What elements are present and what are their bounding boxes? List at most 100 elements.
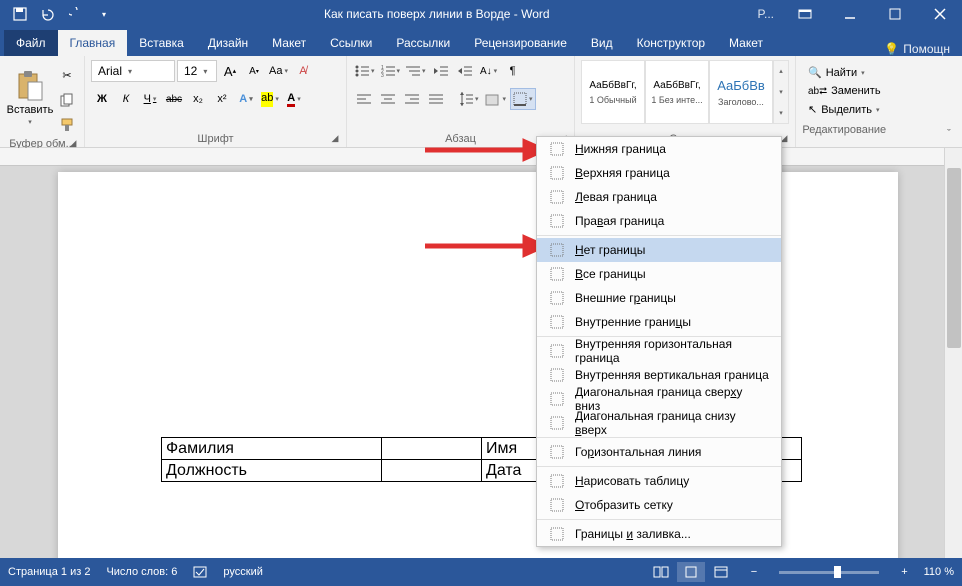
style-normal[interactable]: АаБбВвГг,1 Обычный bbox=[581, 60, 645, 124]
subscript-button[interactable]: x₂ bbox=[187, 88, 209, 110]
border-menu-item[interactable]: Все границы bbox=[537, 262, 781, 286]
border-menu-item[interactable]: Отобразить сетку bbox=[537, 493, 781, 517]
view-read-icon[interactable] bbox=[647, 562, 675, 582]
decrease-indent-icon[interactable] bbox=[430, 60, 452, 82]
border-menu-item[interactable]: Диагональная граница снизу вверх bbox=[537, 411, 781, 435]
border-menu-item[interactable]: Внутренние границы bbox=[537, 310, 781, 334]
copy-icon[interactable] bbox=[56, 89, 78, 111]
style-no-spacing[interactable]: АаБбВвГг,1 Без инте... bbox=[645, 60, 709, 124]
border-menu-item[interactable]: Внутренняя вертикальная граница bbox=[537, 363, 781, 387]
style-heading1[interactable]: АаБбВвЗаголово... bbox=[709, 60, 773, 124]
tab-references[interactable]: Ссылки bbox=[318, 30, 384, 56]
vertical-scrollbar[interactable] bbox=[944, 148, 962, 558]
sort-icon[interactable]: A↓ bbox=[478, 60, 500, 82]
tab-file[interactable]: Файл bbox=[4, 30, 58, 56]
align-center-icon[interactable] bbox=[377, 88, 399, 110]
paste-button[interactable]: Вставить ▾ bbox=[6, 60, 54, 136]
border-menu-item[interactable]: Горизонтальная линия bbox=[537, 440, 781, 464]
tab-insert[interactable]: Вставка bbox=[127, 30, 196, 56]
border-menu-item[interactable]: Нарисовать таблицу bbox=[537, 469, 781, 493]
border-menu-item[interactable]: Границы и заливка... bbox=[537, 522, 781, 546]
align-right-icon[interactable] bbox=[401, 88, 423, 110]
format-painter-icon[interactable] bbox=[56, 114, 78, 136]
styles-gallery[interactable]: АаБбВвГг,1 Обычный АаБбВвГг,1 Без инте..… bbox=[581, 60, 789, 124]
border-menu-item[interactable]: Внутренняя горизонтальная граница bbox=[537, 339, 781, 363]
scroll-thumb[interactable] bbox=[947, 168, 961, 348]
zoom-out-icon[interactable]: − bbox=[751, 566, 757, 578]
multilevel-icon[interactable] bbox=[404, 60, 428, 82]
select-button[interactable]: ↖Выделить▾ bbox=[804, 101, 885, 118]
table-cell[interactable]: Должность bbox=[162, 460, 382, 482]
font-name-combo[interactable]: Arial▾ bbox=[91, 60, 175, 82]
styles-down-icon[interactable]: ▾ bbox=[774, 82, 788, 103]
border-menu-item[interactable]: Левая граница bbox=[537, 185, 781, 209]
view-web-icon[interactable] bbox=[707, 562, 735, 582]
redo-icon[interactable] bbox=[64, 2, 88, 26]
text-effects-icon[interactable]: A bbox=[235, 88, 257, 110]
styles-more-icon[interactable]: ▾ bbox=[774, 102, 788, 123]
numbering-icon[interactable]: 123 bbox=[379, 60, 403, 82]
borders-button[interactable] bbox=[510, 88, 536, 110]
proofing-icon[interactable] bbox=[193, 565, 207, 579]
maximize-icon[interactable] bbox=[872, 0, 917, 28]
border-menu-item[interactable]: Правая граница bbox=[537, 209, 781, 233]
zoom-in-icon[interactable]: + bbox=[901, 566, 907, 578]
replace-button[interactable]: ab⮂Заменить bbox=[804, 83, 885, 99]
view-print-icon[interactable] bbox=[677, 562, 705, 582]
underline-button[interactable]: Ч bbox=[139, 88, 161, 110]
bullets-icon[interactable] bbox=[353, 60, 377, 82]
minimize-icon[interactable] bbox=[827, 0, 872, 28]
tab-layout[interactable]: Макет bbox=[260, 30, 318, 56]
styles-up-icon[interactable]: ▴ bbox=[774, 61, 788, 82]
table-cell[interactable] bbox=[382, 438, 482, 460]
collapse-ribbon-icon[interactable]: ˇ bbox=[940, 125, 958, 143]
grow-font-icon[interactable]: A▴ bbox=[219, 60, 241, 82]
account-peek[interactable]: P... bbox=[750, 7, 782, 21]
tab-mailings[interactable]: Рассылки bbox=[384, 30, 462, 56]
font-color-icon[interactable]: A bbox=[283, 88, 305, 110]
clear-format-icon[interactable]: A̸ bbox=[292, 60, 314, 82]
font-size-combo[interactable]: 12▾ bbox=[177, 60, 217, 82]
tab-table-layout[interactable]: Макет bbox=[717, 30, 775, 56]
font-launcher[interactable]: ◢ bbox=[328, 131, 342, 145]
change-case-icon[interactable]: Aa bbox=[267, 60, 290, 82]
border-menu-item[interactable]: Диагональная граница сверху вниз bbox=[537, 387, 781, 411]
border-menu-item[interactable]: Внешние границы bbox=[537, 286, 781, 310]
save-icon[interactable] bbox=[8, 2, 32, 26]
border-menu-item[interactable]: Верхняя граница bbox=[537, 161, 781, 185]
tab-design[interactable]: Дизайн bbox=[196, 30, 260, 56]
bold-button[interactable]: Ж bbox=[91, 88, 113, 110]
status-language[interactable]: русский bbox=[223, 566, 262, 578]
show-marks-icon[interactable]: ¶ bbox=[502, 60, 524, 82]
italic-button[interactable]: К bbox=[115, 88, 137, 110]
superscript-button[interactable]: x² bbox=[211, 88, 233, 110]
zoom-thumb[interactable] bbox=[834, 566, 841, 578]
line-spacing-icon[interactable] bbox=[457, 88, 481, 110]
ribbon-options-icon[interactable] bbox=[782, 0, 827, 28]
border-menu-item[interactable]: Нет границы bbox=[537, 238, 781, 262]
table-cell[interactable] bbox=[382, 460, 482, 482]
justify-icon[interactable] bbox=[425, 88, 447, 110]
close-icon[interactable] bbox=[917, 0, 962, 28]
tab-view[interactable]: Вид bbox=[579, 30, 625, 56]
table-cell[interactable]: Фамилия bbox=[162, 438, 382, 460]
find-button[interactable]: 🔍Найти▾ bbox=[804, 64, 885, 81]
tab-review[interactable]: Рецензирование bbox=[462, 30, 579, 56]
strike-button[interactable]: abc bbox=[163, 88, 185, 110]
align-left-icon[interactable] bbox=[353, 88, 375, 110]
cut-icon[interactable]: ✂ bbox=[56, 64, 78, 86]
zoom-slider[interactable] bbox=[779, 571, 879, 574]
tab-table-design[interactable]: Конструктор bbox=[625, 30, 717, 56]
tell-me[interactable]: 💡 Помощн bbox=[872, 42, 962, 56]
qat-more-icon[interactable]: ▾ bbox=[92, 2, 116, 26]
status-words[interactable]: Число слов: 6 bbox=[106, 566, 177, 578]
tab-home[interactable]: Главная bbox=[58, 30, 128, 56]
shrink-font-icon[interactable]: A▾ bbox=[243, 60, 265, 82]
increase-indent-icon[interactable] bbox=[454, 60, 476, 82]
status-page[interactable]: Страница 1 из 2 bbox=[8, 566, 90, 578]
zoom-level[interactable]: 110 % bbox=[924, 566, 954, 578]
highlight-icon[interactable]: ab bbox=[259, 88, 281, 110]
border-menu-item[interactable]: Нижняя граница bbox=[537, 137, 781, 161]
undo-icon[interactable] bbox=[36, 2, 60, 26]
shading-icon[interactable] bbox=[483, 88, 509, 110]
